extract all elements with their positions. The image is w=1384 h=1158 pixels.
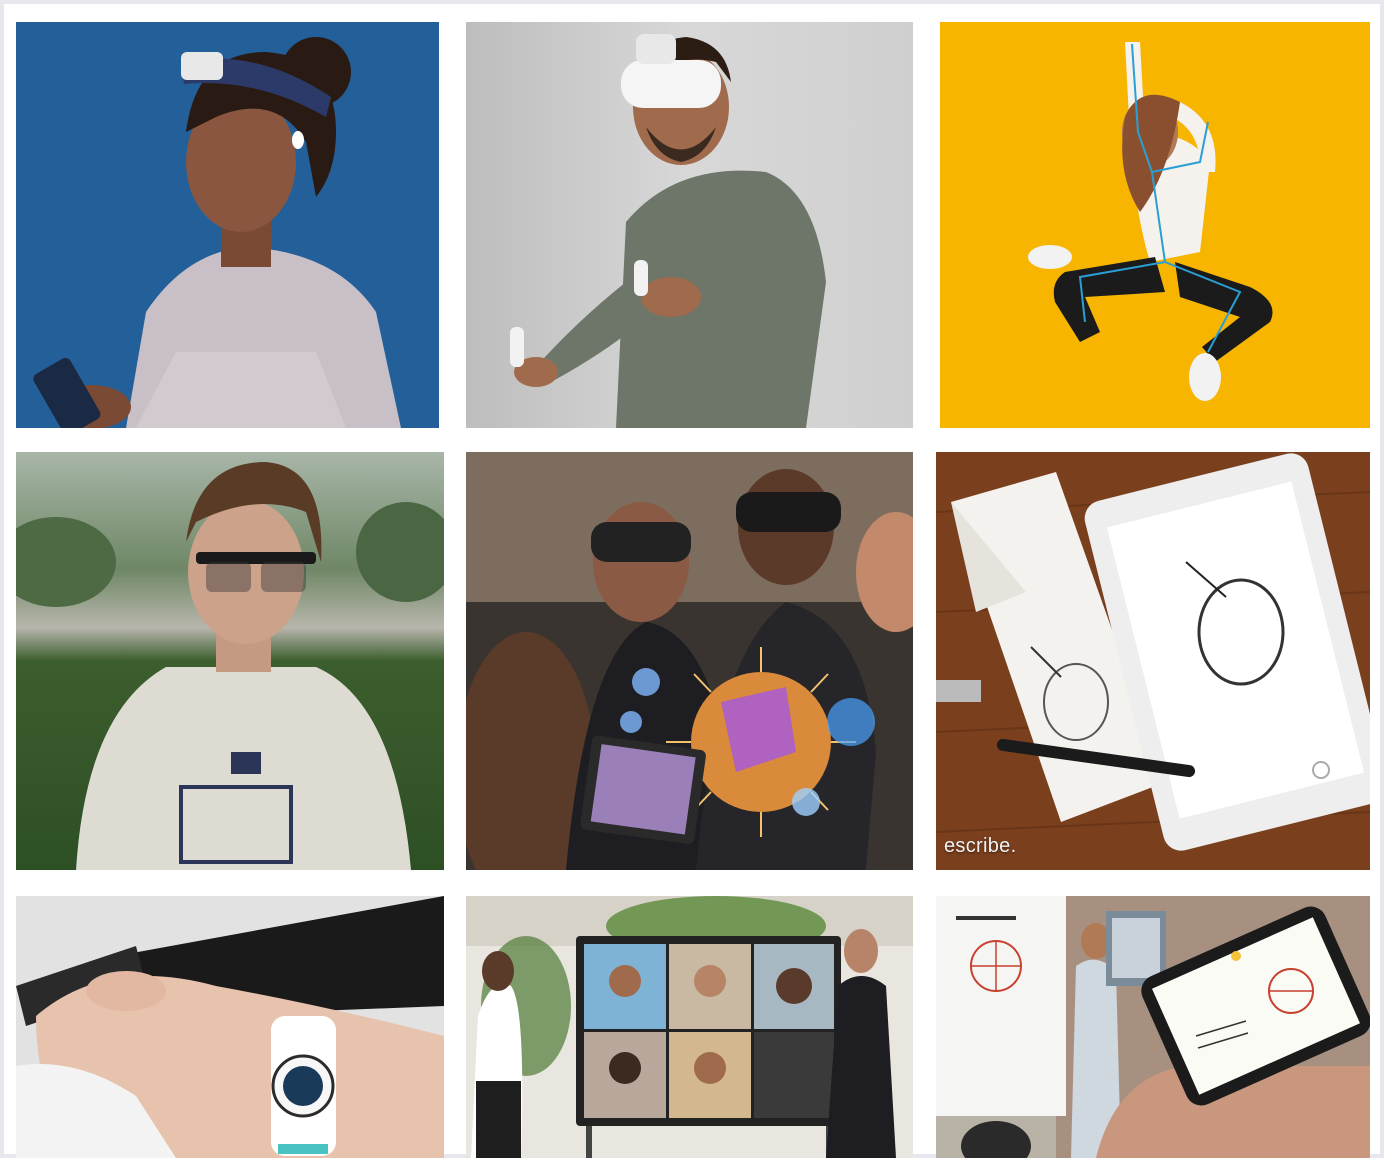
tile-smart-pen[interactable]: escribe.	[936, 452, 1370, 870]
photo-grid: escribe.	[0, 0, 1384, 1158]
tile-caption: escribe.	[944, 835, 1017, 857]
smartwatch-photo-icon	[16, 896, 444, 1158]
tile-video-conference[interactable]	[466, 896, 913, 1158]
tile-eeg-headband[interactable]	[16, 22, 439, 428]
tile-smartwatch[interactable]	[16, 896, 444, 1158]
whiteboard-photo-icon	[936, 896, 1370, 1158]
tile-whiteboard-capture[interactable]	[936, 896, 1370, 1158]
tile-motion-capture[interactable]	[940, 22, 1370, 428]
eye-tracking-photo-icon	[16, 452, 444, 870]
vr-headset-photo-icon	[466, 22, 913, 428]
motion-capture-photo-icon	[940, 22, 1370, 428]
video-conference-photo-icon	[466, 896, 913, 1158]
tile-vr-headset[interactable]	[466, 22, 913, 428]
mixed-reality-photo-icon	[466, 452, 913, 870]
tile-eye-tracking-glasses[interactable]	[16, 452, 444, 870]
eeg-headband-photo-icon	[16, 22, 439, 428]
tile-mixed-reality[interactable]	[466, 452, 913, 870]
smart-pen-photo-icon	[936, 452, 1370, 870]
